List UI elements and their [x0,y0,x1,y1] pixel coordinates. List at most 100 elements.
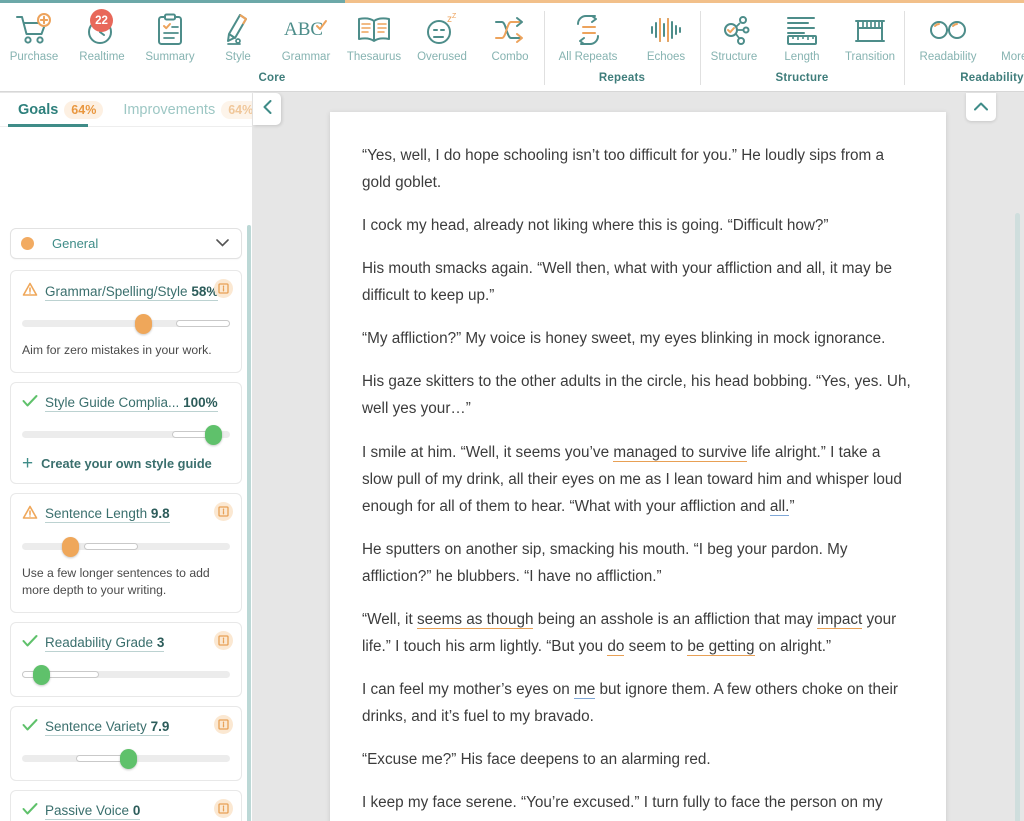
goal-card-title[interactable]: Sentence Variety 7.9 [45,719,169,736]
ribbon-group-label: Structure [700,72,904,91]
slider-thumb[interactable] [33,665,50,685]
ribbon-button-summary[interactable]: Summary [136,5,204,63]
goal-info-icon[interactable] [214,799,233,818]
goal-info-icon[interactable] [214,715,233,734]
slider-thumb[interactable] [120,749,137,769]
ribbon-group-structure: Structure Length Transition Structure [700,3,904,91]
ribbon-button-style[interactable]: Style [204,5,272,63]
ribbon-button-echoes[interactable]: Echoes [632,5,700,63]
create-style-guide-label: Create your own style guide [41,456,212,471]
paragraph-text: His mouth smacks again. “Well then, what… [362,260,892,304]
suggestion-highlight-blue[interactable]: me [574,681,595,699]
goal-card-header: Readability Grade 3 [22,634,230,653]
sidebar-scrollbar[interactable] [247,225,251,821]
goal-slider[interactable] [22,664,230,684]
document-page[interactable]: “Yes, well, I do hope schooling isn’t to… [330,112,946,821]
ribbon-button-grammar[interactable]: ABCGrammar [272,5,340,63]
ribbon-button-transition[interactable]: Transition [836,5,904,63]
check-icon [22,718,38,737]
suggestion-highlight-orange[interactable]: impact [817,611,862,629]
document-paragraph: “Yes, well, I do hope schooling isn’t to… [362,142,914,196]
scroll-to-top-button[interactable] [966,93,996,121]
bridge-icon [852,10,888,50]
open-book-icon [356,10,392,50]
goal-card-header: Passive Voice 0 [22,802,230,821]
goal-card-title[interactable]: Sentence Length 9.8 [45,506,170,523]
ribbon-button-label: All Repeats [559,51,618,63]
ribbon-group-items: ReadabilityMore Reports [904,5,1024,63]
document-paragraph: His mouth smacks again. “Well then, what… [362,255,914,309]
suggestion-highlight-orange[interactable]: seems as though [417,611,534,629]
slider-thumb[interactable] [62,537,79,557]
goal-slider[interactable] [22,424,230,444]
ribbon-group-readability: ReadabilityMore ReportsReadability [904,3,1024,91]
create-style-guide-link[interactable]: + Create your own style guide [22,456,230,471]
suggestion-highlight-orange[interactable]: be getting [687,638,754,656]
ribbon-button-purchase[interactable]: Purchase [0,5,68,63]
ribbon-button-thesaurus[interactable]: Thesaurus [340,5,408,63]
prowritingaid-window: Purchase22RealtimeSummaryStyleABCGrammar… [0,0,1024,821]
goal-card-header: Grammar/Spelling/Style 58% [22,282,230,302]
ribbon-group-items: Structure Length Transition [700,5,904,63]
sidebar-tab-label: Improvements [123,102,215,118]
goal-card-title[interactable]: Passive Voice 0 [45,803,140,820]
goal-info-icon[interactable] [214,631,233,650]
document-paragraph: He sputters on another sip, smacking his… [362,536,914,590]
goal-slider[interactable] [22,536,230,556]
goal-card-title[interactable]: Readability Grade 3 [45,635,164,652]
goal-card-sentence-length: Sentence Length 9.8Use a few longer sent… [10,493,242,613]
goal-category-dropdown[interactable]: General [10,228,242,259]
sidebar-tabs: Goals64% Improvements 64% [0,93,252,127]
ribbon-button-all-repeats[interactable]: All Repeats [544,5,632,63]
ribbon-button-label: Overused [417,51,467,63]
sidebar-tab-goals[interactable]: Goals64% [8,93,113,126]
ribbon-button-combo[interactable]: Combo [476,5,544,63]
ribbon-button-label: Transition [845,51,895,63]
ribbon-group-core: Purchase22RealtimeSummary Style ABCGrammar… [0,3,544,91]
document-paragraph: I keep my face serene. “You’re excused.”… [362,789,914,821]
shuffle-arrows-icon [493,10,527,50]
collapse-sidebar-button[interactable] [253,93,281,125]
suggestion-highlight-orange[interactable]: do [607,638,624,656]
chevron-up-icon [974,98,988,116]
ribbon-button-label: Length [784,51,819,63]
ribbon-button-structure[interactable]: Structure [700,5,768,63]
ribbon-button-length[interactable]: Length [768,5,836,63]
sidebar-tab-improvements[interactable]: Improvements 64% [113,93,252,126]
ribbon-button-label: Realtime [79,51,124,63]
goal-card-sentence-variety: Sentence Variety 7.9 [10,706,242,781]
ribbon-button-readability[interactable]: Readability [904,5,992,63]
document-paragraph: “Excuse me?” His face deepens to an alar… [362,746,914,773]
goal-info-icon[interactable] [214,279,233,298]
suggestion-highlight-orange[interactable]: managed to survive [613,444,747,462]
ribbon-button-label: Style [225,51,251,63]
ribbon-toolbar: Purchase22RealtimeSummary Style ABCGrammar… [0,3,1024,92]
warning-triangle-icon [22,505,38,525]
sidebar-tab-percent: 64% [221,101,252,119]
paragraph-text: “Yes, well, I do hope schooling isn’t to… [362,147,884,191]
goal-slider[interactable] [22,313,230,333]
document-paragraph: I smile at him. “Well, it seems you’ve m… [362,439,914,520]
slider-thumb[interactable] [205,425,222,445]
document-scrollbar[interactable] [1015,213,1020,821]
check-icon [22,634,38,653]
paragraph-text: His gaze skitters to the other adults in… [362,373,911,417]
ribbon-group-label: Core [0,72,544,91]
svg-text:ABC: ABC [284,19,323,40]
ruler-lines-icon [784,10,820,50]
goal-card-header: Sentence Variety 7.9 [22,718,230,737]
suggestion-highlight-blue[interactable]: all. [770,498,790,516]
active-tab-underline [8,124,88,127]
goal-info-icon[interactable] [214,502,233,521]
goal-card-title[interactable]: Grammar/Spelling/Style 58% [45,284,218,301]
ribbon-button-realtime[interactable]: 22Realtime [68,5,136,63]
ribbon-button-more-reports[interactable]: More Reports [992,5,1024,63]
slider-thumb[interactable] [135,314,152,334]
plus-icon: + [22,457,33,470]
category-label: General [52,236,216,251]
ribbon-button-overused[interactable]: zZOverused [408,5,476,63]
waveform-icon [648,10,684,50]
goal-card-title[interactable]: Style Guide Complia... 100% [45,395,218,412]
goal-slider[interactable] [22,748,230,768]
goal-value: 3 [157,635,165,650]
